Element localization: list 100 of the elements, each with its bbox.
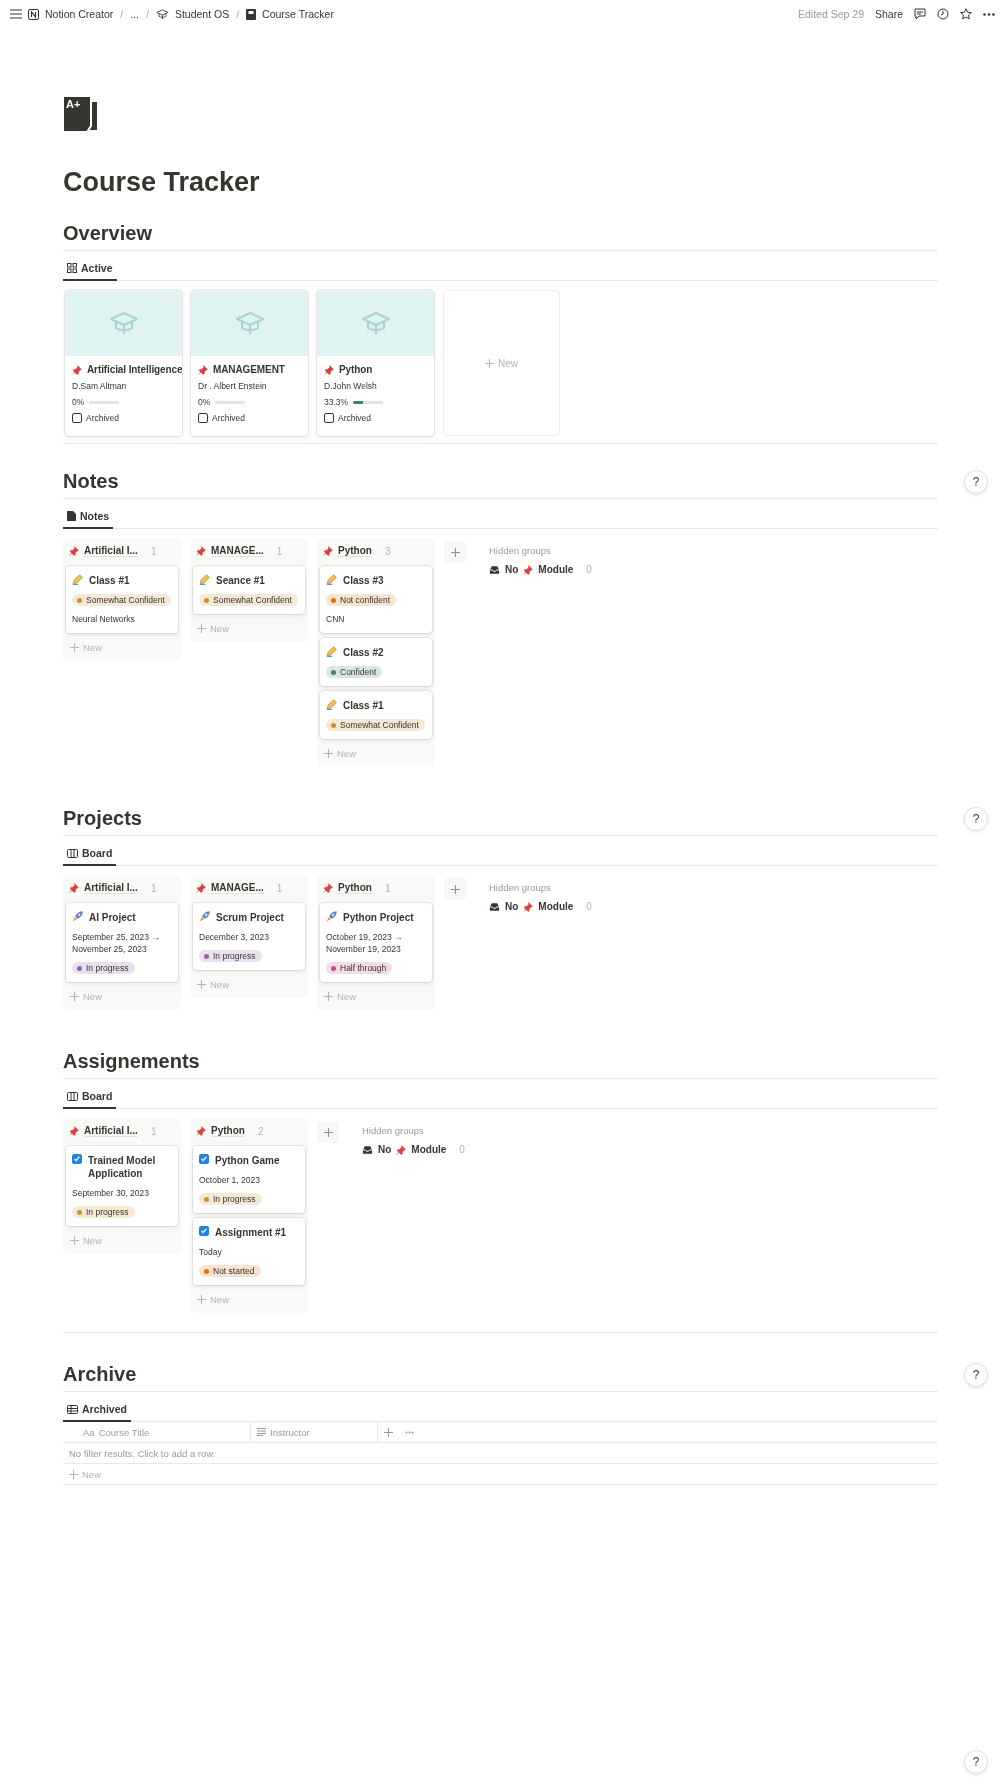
help-button[interactable]: ? <box>964 1363 988 1387</box>
card-note: Neural Networks <box>72 613 135 625</box>
plus-icon <box>323 1127 333 1137</box>
inbox-icon <box>362 1144 373 1155</box>
pencil-icon <box>326 574 337 585</box>
course-title: MANAGEMENT <box>213 364 285 375</box>
view-tab[interactable]: Board <box>63 844 117 866</box>
star-icon[interactable] <box>960 8 972 20</box>
graduation-cap-icon <box>155 8 169 20</box>
board-card[interactable]: Trained Model Application September 30, 2023 In progress <box>66 1146 178 1226</box>
group-count: 1 <box>384 882 391 894</box>
add-group-button[interactable] <box>317 1121 339 1143</box>
pin-icon <box>523 901 534 912</box>
card-date: September 30, 2023 <box>72 1187 150 1199</box>
plus-icon <box>197 624 206 633</box>
more-icon[interactable] <box>983 12 995 16</box>
board-card[interactable]: Assignment #1 Today Not started <box>193 1218 305 1285</box>
rocket-icon <box>72 911 83 922</box>
board-card[interactable]: Scrum Project December 3, 2023 In progress <box>193 903 305 970</box>
pin-icon <box>198 364 208 375</box>
checkbox[interactable] <box>198 413 208 423</box>
share-button[interactable]: Share <box>874 8 903 20</box>
menu-icon[interactable] <box>10 9 22 19</box>
group-count: 0 <box>586 901 592 912</box>
group-count: 1 <box>150 1125 157 1137</box>
breadcrumb[interactable]: ... <box>130 8 139 20</box>
board-card[interactable]: Python Game October 1, 2023 In progress <box>193 1146 305 1213</box>
clock-icon[interactable] <box>937 8 949 20</box>
section-heading: Projects <box>63 807 143 830</box>
rocket-icon <box>326 911 337 922</box>
plus-icon <box>197 980 206 989</box>
pin-icon <box>69 1126 79 1136</box>
course-card[interactable]: Python D.John Welsh 33.3% Archived <box>317 290 434 436</box>
checkbox[interactable] <box>72 1154 82 1164</box>
breadcrumb-separator: / <box>236 8 240 20</box>
checkbox[interactable] <box>199 1154 209 1164</box>
help-button[interactable]: ? <box>964 1750 988 1774</box>
pin-icon <box>69 883 79 893</box>
card-title: Python Game <box>215 1154 280 1167</box>
status-tag: Confident <box>326 666 383 678</box>
pencil-icon <box>326 646 337 657</box>
section-heading: Assignements <box>63 1050 201 1073</box>
progress-label: 0% <box>198 397 211 407</box>
breadcrumb[interactable]: Student OS <box>174 8 230 20</box>
columns-icon <box>67 1091 78 1101</box>
course-card[interactable]: MANAGEMENT Dr . Albert Enstein 0% Archived <box>191 290 308 436</box>
board-card[interactable]: Python Project October 19, 2023 → November 19, 2023 Half through <box>320 903 432 982</box>
plus-icon <box>197 1295 206 1304</box>
checkbox[interactable] <box>324 413 334 423</box>
board-card[interactable]: Class #3 Not confident CNN <box>320 566 432 633</box>
group-name: No <box>378 1144 392 1155</box>
status-tag: In progress <box>72 1206 135 1218</box>
section-heading: Archive <box>63 1363 138 1386</box>
group-title: Artificial I... <box>84 545 138 557</box>
grid-icon <box>67 263 77 273</box>
group-count: 1 <box>150 545 157 557</box>
board-card[interactable]: Class #1 Somewhat Confident <box>320 691 432 739</box>
add-group-button[interactable] <box>444 878 466 900</box>
view-tab[interactable]: Notes <box>63 507 114 529</box>
view-tab[interactable]: Archived <box>63 1400 131 1422</box>
progress-label: 33.3% <box>324 397 349 407</box>
board-card[interactable]: AI Project September 25, 2023 → November 25, 2023 In progress <box>66 903 178 982</box>
instructor: Dr . Albert Enstein <box>198 381 268 391</box>
card-date: December 3, 2023 <box>199 931 269 943</box>
checkbox[interactable] <box>199 1226 209 1236</box>
breadcrumb[interactable]: Notion Creator <box>45 8 114 20</box>
status-tag: Not confident <box>326 594 397 606</box>
plus-icon <box>450 884 460 894</box>
inbox-icon <box>489 564 500 575</box>
board-card[interactable]: Class #1 Somewhat Confident Neural Networks <box>66 566 178 633</box>
board-card[interactable]: Seance #1 Somewhat Confident <box>193 566 305 614</box>
pin-icon <box>196 546 206 556</box>
view-tab[interactable]: Active <box>63 259 117 281</box>
graduation-cap-icon <box>360 311 391 335</box>
status-tag: In progress <box>199 950 262 962</box>
hidden-groups-label: Hidden groups <box>362 1125 425 1136</box>
graduation-cap-icon <box>108 311 139 335</box>
checkbox-label: Archived <box>338 413 372 423</box>
course-card[interactable]: Artificial Intelligence D.Sam Altman 0% Archived <box>65 290 182 436</box>
pencil-icon <box>199 574 210 585</box>
breadcrumb[interactable]: Course Tracker <box>262 8 334 20</box>
help-button[interactable]: ? <box>964 807 988 831</box>
group-count: 3 <box>384 545 391 557</box>
board-card[interactable]: Class #2 Confident <box>320 638 432 686</box>
plus-icon <box>70 643 79 652</box>
checkbox[interactable] <box>72 413 82 423</box>
group-count: 0 <box>586 564 592 575</box>
status-tag: Half through <box>326 962 393 974</box>
status-tag: Not started <box>199 1265 261 1277</box>
status-tag: Somewhat Confident <box>326 719 425 731</box>
help-button[interactable]: ? <box>964 470 988 494</box>
pin-icon <box>323 883 333 893</box>
add-group-button[interactable] <box>444 541 466 563</box>
view-tab[interactable]: Board <box>63 1087 117 1109</box>
pin-icon <box>324 364 334 375</box>
pencil-icon <box>72 574 83 585</box>
comment-icon[interactable] <box>914 8 926 20</box>
group-name: Module <box>538 901 574 912</box>
pin-icon <box>196 883 206 893</box>
columns-icon <box>67 848 78 858</box>
